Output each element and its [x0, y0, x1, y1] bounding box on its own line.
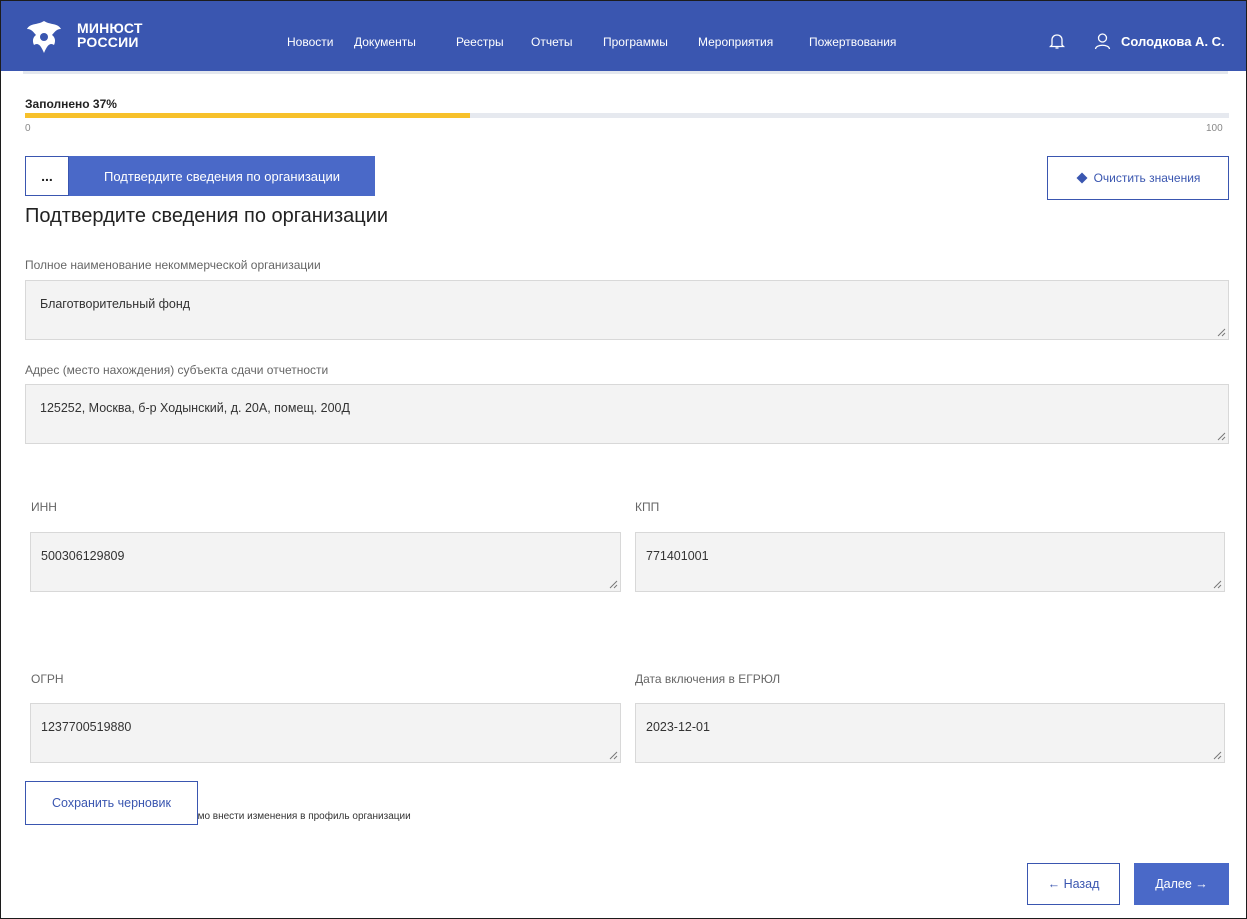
nav-registries[interactable]: Реестры	[456, 35, 504, 49]
address-field[interactable]: 125252, Москва, б-р Ходынский, д. 20А, п…	[25, 384, 1229, 444]
save-draft-button[interactable]: Сохранить черновик	[25, 781, 198, 825]
user-name[interactable]: Солодкова А. С.	[1121, 34, 1225, 49]
kpp-field[interactable]: 771401001	[635, 532, 1225, 592]
progress-label: Заполнено 37%	[25, 97, 117, 111]
resize-handle-icon[interactable]	[1216, 431, 1226, 441]
resize-handle-icon[interactable]	[1212, 750, 1222, 760]
divider	[23, 71, 1228, 74]
steps-more-button[interactable]: ...	[25, 156, 69, 196]
eagle-emblem-icon[interactable]	[24, 17, 64, 57]
progress-bar	[25, 113, 1229, 118]
step-current-button[interactable]: Подтвердите сведения по организации	[69, 156, 375, 196]
top-header: МИНЮСТ РОССИИ Новости Документы Реестры …	[1, 1, 1246, 71]
egrul-date-label: Дата включения в ЕГРЮЛ	[635, 672, 781, 686]
egrul-date-value: 2023-12-01	[646, 720, 710, 734]
user-icon[interactable]	[1094, 32, 1111, 50]
logo-line-1: МИНЮСТ	[77, 20, 143, 36]
ogrn-value: 1237700519880	[41, 720, 132, 734]
nav-events[interactable]: Мероприятия	[698, 35, 773, 49]
full-name-value: Благотворительный фонд	[40, 297, 191, 311]
nav-donations[interactable]: Пожертвования	[809, 35, 896, 49]
progress-max-label: 100	[1206, 123, 1223, 134]
nav-programs[interactable]: Программы	[603, 35, 668, 49]
kpp-value: 771401001	[646, 549, 709, 563]
nav-documents[interactable]: Документы	[354, 35, 416, 49]
inn-field[interactable]: 500306129809	[30, 532, 621, 592]
eraser-icon	[1076, 172, 1088, 184]
bell-icon[interactable]	[1049, 32, 1065, 50]
egrul-date-field[interactable]: 2023-12-01	[635, 703, 1225, 763]
address-value: 125252, Москва, б-р Ходынский, д. 20А, п…	[40, 401, 350, 415]
logo-line-2: РОССИИ	[77, 34, 139, 50]
ogrn-field[interactable]: 1237700519880	[30, 703, 621, 763]
back-button[interactable]: ← Назад	[1027, 863, 1120, 905]
progress-fill	[25, 113, 471, 118]
resize-handle-icon[interactable]	[1212, 579, 1222, 589]
address-label: Адрес (место нахождения) субъекта сдачи …	[25, 363, 329, 377]
nav-news[interactable]: Новости	[287, 35, 333, 49]
clear-values-label: Очистить значения	[1093, 171, 1201, 185]
resize-handle-icon[interactable]	[608, 750, 618, 760]
ogrn-label: ОГРН	[31, 672, 64, 686]
nav-reports[interactable]: Отчеты	[531, 35, 572, 49]
resize-handle-icon[interactable]	[608, 579, 618, 589]
logo-text[interactable]: МИНЮСТ РОССИИ	[77, 21, 143, 49]
inn-value: 500306129809	[41, 549, 125, 563]
page-title: Подтвердите сведения по организации	[25, 205, 389, 227]
clear-values-button[interactable]: Очистить значения	[1047, 156, 1229, 200]
full-name-field[interactable]: Благотворительный фонд	[25, 280, 1229, 340]
resize-handle-icon[interactable]	[1216, 327, 1226, 337]
next-button[interactable]: Далее →	[1134, 863, 1229, 905]
kpp-label: КПП	[635, 500, 660, 514]
full-name-label: Полное наименование некоммерческой орган…	[25, 258, 321, 272]
progress-min-label: 0	[25, 123, 31, 134]
inn-label: ИНН	[31, 500, 57, 514]
